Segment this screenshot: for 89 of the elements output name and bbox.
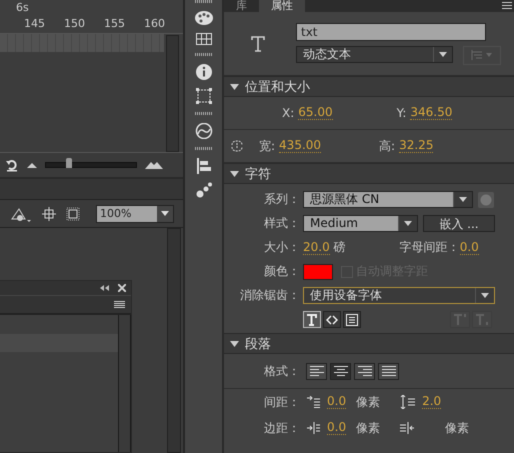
menu-icon[interactable]	[114, 300, 125, 308]
field-label: 间距：	[263, 394, 301, 410]
unit-label: 像素	[356, 394, 380, 410]
unit-label: 像素	[356, 420, 380, 436]
grid-icon[interactable]	[196, 33, 212, 45]
field-label: 格式：	[263, 362, 301, 380]
field-label: 样式：	[263, 215, 301, 232]
section-header[interactable]: 位置和大小	[224, 76, 514, 97]
shapes-icon[interactable]	[10, 206, 32, 222]
slider-thumb[interactable]	[66, 158, 72, 168]
align-icon[interactable]	[196, 158, 210, 174]
font-size-value[interactable]: 20.0	[303, 240, 330, 254]
caret-icon	[404, 221, 412, 226]
field-label: X:	[282, 106, 294, 120]
disclosure-triangle-icon[interactable]	[230, 340, 239, 346]
clip-icon[interactable]	[66, 206, 80, 220]
right-margin-icon[interactable]	[400, 422, 416, 434]
transform-icon[interactable]	[196, 88, 212, 104]
line-spacing-icon[interactable]	[400, 395, 416, 409]
caret-icon	[439, 52, 447, 56]
align-button[interactable]	[378, 362, 399, 380]
left-margin-icon[interactable]	[307, 422, 321, 434]
font-style-dropdown[interactable]: Medium	[303, 215, 418, 232]
field-label: 边距：	[263, 420, 301, 436]
frame-number: 150	[64, 17, 86, 30]
y-value[interactable]: 346.50	[410, 106, 452, 120]
info-icon[interactable]	[196, 64, 212, 80]
caret-icon	[161, 211, 169, 216]
embed-button[interactable]: 嵌入 ...	[423, 215, 495, 232]
field-label: 字母间距：	[400, 239, 460, 256]
field-label: Y:	[396, 106, 406, 120]
large-mountain-icon[interactable]	[145, 161, 163, 169]
frame-number: 155	[104, 17, 126, 30]
align-button[interactable]	[354, 362, 375, 380]
width-value[interactable]: 435.00	[279, 139, 322, 153]
color-swatch[interactable]	[303, 264, 333, 280]
field-label: 大小：	[263, 239, 301, 256]
letter-spacing-value[interactable]: 0.0	[460, 240, 479, 254]
font-family-dropdown[interactable]: 思源黑体 CN	[303, 191, 473, 208]
dots-icon[interactable]	[196, 182, 212, 198]
caret-icon	[459, 197, 467, 202]
align-button[interactable]	[306, 362, 327, 380]
text-direction-icon	[470, 50, 494, 60]
field-label: 消除锯齿：	[239, 287, 301, 304]
section-header[interactable]: 字符	[224, 163, 514, 184]
field-label: 系列：	[263, 191, 301, 208]
panel-tab[interactable]: 属性	[259, 0, 305, 12]
panel-tab[interactable]: 库	[224, 0, 259, 12]
close-icon[interactable]	[118, 284, 126, 292]
render-mode-button[interactable]	[303, 311, 321, 328]
anti-alias-dropdown[interactable]: 使用设备字体	[303, 287, 495, 304]
section-title: 段落	[245, 336, 271, 352]
height-value[interactable]: 32.25	[399, 139, 434, 153]
unit-label: 磅	[334, 239, 346, 256]
section-title: 位置和大小	[245, 78, 310, 96]
field-label: 颜色：	[263, 263, 301, 280]
small-mountain-icon[interactable]	[27, 162, 37, 168]
time-label: 6s	[16, 1, 29, 14]
align-button[interactable]	[330, 362, 351, 380]
render-mode-button[interactable]	[343, 311, 361, 328]
scrollbar[interactable]	[167, 228, 181, 453]
instance-name-field[interactable]: txt	[296, 22, 486, 40]
scrollbar[interactable]	[118, 315, 131, 452]
field-label: 宽:	[259, 138, 276, 154]
loop-icon[interactable]	[5, 158, 19, 172]
render-mode-button[interactable]	[323, 311, 341, 328]
scrollbar[interactable]	[166, 35, 179, 152]
collapse-icon[interactable]	[100, 285, 110, 291]
indent-value[interactable]: 0.0	[327, 395, 346, 409]
disclosure-triangle-icon[interactable]	[230, 170, 239, 176]
text-tool-icon	[251, 36, 265, 52]
disclosure-triangle-icon[interactable]	[230, 84, 239, 90]
left-margin-value[interactable]: 0.0	[327, 421, 346, 435]
frame-number: 160	[144, 17, 166, 30]
caret-icon	[481, 293, 489, 298]
field-label: 高:	[379, 138, 396, 154]
indent-icon[interactable]	[307, 396, 321, 408]
frame-number: 145	[24, 17, 46, 30]
timeline-ruler[interactable]: 6s 145 150 155 160	[0, 0, 183, 34]
line-spacing-value[interactable]: 2.0	[422, 395, 442, 409]
zoom-dropdown[interactable]: 100%	[96, 204, 174, 222]
section-header[interactable]: 段落	[224, 333, 514, 354]
menu-icon[interactable]	[502, 2, 512, 9]
crosshair-icon[interactable]	[42, 206, 56, 220]
section-title: 字符	[245, 166, 271, 182]
palette-icon[interactable]	[194, 11, 212, 25]
text-type-dropdown[interactable]: 动态文本	[296, 46, 453, 62]
unit-label: 像素	[445, 420, 470, 436]
x-value[interactable]: 65.00	[298, 106, 333, 120]
